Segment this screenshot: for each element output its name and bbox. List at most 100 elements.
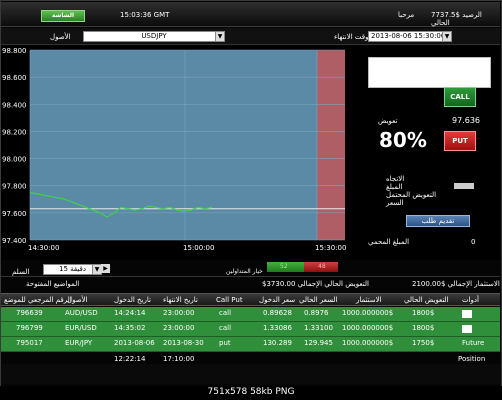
clock-time: 15:03:36 GMT: [120, 11, 170, 19]
cell-ref: 795017: [16, 339, 43, 347]
cell-entry: 130.289: [263, 339, 292, 347]
cell-current: 0.8976: [304, 309, 329, 317]
expiry-select-value: 2013-08-06 15:30:00: [371, 32, 446, 40]
cell-current: 1.33100: [304, 324, 333, 332]
asset-select[interactable]: USDJPY ▼: [83, 31, 225, 42]
payout-label: تعويض: [378, 117, 398, 125]
y-tick-label: 98.600: [2, 74, 27, 82]
potential-payout-label: التعويض المحتمل: [386, 191, 437, 199]
sentiment-call-value: 52: [280, 263, 288, 270]
x-tick-label: 15:30:00: [315, 244, 346, 252]
cell-type: call: [219, 309, 232, 317]
cell-ref: 796799: [16, 324, 43, 332]
amount-label: المبلغ: [386, 183, 403, 191]
expiry-label: وقت الانتهاء: [334, 33, 369, 41]
cell-ref: 796639: [16, 309, 43, 317]
y-tick-label: 98.000: [2, 156, 27, 164]
cell-payout: 1800$: [412, 324, 435, 332]
cell-investment: 1000.000000$: [342, 324, 394, 332]
asset-select-value: USDJPY: [141, 32, 167, 40]
expiry-zone: [317, 50, 345, 240]
table-totals-row: Position 17:10:00 12:22:14: [1, 353, 500, 364]
total-payout: $3730.00 التعويض الحالي الإجمالي: [262, 280, 369, 288]
cell-expiry: 23:00:00: [163, 309, 195, 317]
table-row[interactable]: 1800$ 1000.000000$ 0.8976 0.89628 call 2…: [1, 307, 500, 322]
cell-asset: EUR/JPY: [65, 339, 93, 347]
table-header: أدوات التعويض الحالي الاستثمار السعر الح…: [1, 293, 500, 306]
open-positions-title: المواضيع المفتوحة: [26, 280, 80, 288]
close-position-icon[interactable]: [462, 310, 472, 318]
cell-entry-date: 14:35:02: [114, 324, 146, 332]
asset-label: الأصول: [50, 33, 71, 41]
cell-entry-date: 2013-08-06: [114, 339, 155, 347]
position-label: Position: [458, 355, 486, 363]
table-footer: [1, 364, 500, 384]
balance-display: 7737.5$ الرصيد الحالي: [431, 11, 482, 27]
put-button[interactable]: PUT: [444, 131, 476, 151]
expiry-select[interactable]: 2013-08-06 15:30:00 ▼: [368, 31, 452, 42]
col-entry-date: تاريخ الدخول: [114, 296, 151, 304]
cell-entry-date: 14:24:14: [114, 309, 146, 317]
y-tick-label: 98.800: [2, 47, 27, 55]
col-tools: أدوات: [462, 296, 479, 304]
sentiment-label: خيار المتداولين: [226, 268, 263, 275]
cell-investment: 1000.000000$: [342, 309, 394, 317]
cell-asset: EUR/USD: [65, 324, 97, 332]
col-entry-price: سعر الدخول: [259, 296, 296, 304]
interval-label: السلم: [12, 268, 30, 276]
call-button[interactable]: CALL: [444, 87, 476, 107]
chevron-down-icon: ▼: [442, 32, 451, 41]
col-current-price: السعر الحالي: [299, 296, 338, 304]
cell-current: 129.945: [304, 339, 333, 347]
greeting-label: مرحبا: [398, 11, 415, 19]
table-row[interactable]: Future 1750$ 1000.000000$ 129.945 130.28…: [1, 337, 500, 352]
cell-entry: 1.33086: [263, 324, 292, 332]
col-payout: التعويض الحالي: [404, 296, 449, 304]
y-tick-label: 97.600: [2, 210, 27, 218]
received-amount-label: المبلغ المحمي: [368, 238, 410, 246]
chevron-down-icon: ▼: [215, 32, 224, 41]
y-tick-label: 97.400: [2, 237, 27, 245]
amount-bar: [454, 183, 474, 189]
cell-type: put: [219, 339, 231, 347]
totals-expiry: 17:10:00: [163, 355, 195, 363]
totals-entry-date: 12:22:14: [114, 355, 146, 363]
x-tick-label: 14:30:00: [28, 244, 59, 252]
price-chart: 98.800 98.600 98.400 98.200 98.000 97.800 97.6…: [2, 47, 346, 252]
interval-select[interactable]: دقيقة 15 ▼: [43, 264, 102, 275]
payout-value: 97.636: [452, 116, 480, 125]
y-tick-label: 98.400: [2, 101, 27, 109]
plot-background: [30, 50, 317, 240]
col-expiry: تاريخ الانتهاء: [163, 296, 198, 304]
cell-asset: AUD/USD: [65, 309, 98, 317]
y-tick-label: 98.200: [2, 128, 27, 136]
cell-type: call: [219, 324, 232, 332]
cell-payout: 1750$: [412, 339, 435, 347]
sentiment-put-value: 48: [318, 263, 326, 270]
col-call-put: Call Put: [216, 296, 243, 304]
payout-percent: 80%: [379, 128, 427, 152]
direction-label: الاتجاه: [386, 175, 405, 183]
cell-tools[interactable]: Future: [462, 339, 484, 347]
y-tick-label: 97.800: [2, 183, 27, 191]
table-row[interactable]: 1800$ 1000.000000$ 1.33100 1.33086 call …: [1, 322, 500, 337]
total-investment: الاستثمار الإجمالي $2100.00: [412, 280, 500, 288]
screen-button[interactable]: الشاشة: [41, 10, 85, 22]
image-caption: 751x578 58kb PNG: [0, 386, 502, 400]
interval-select-value: دقيقة 15: [58, 265, 87, 273]
divider: [1, 276, 500, 277]
cell-payout: 1800$: [412, 309, 435, 317]
chevron-down-icon: ▼: [92, 265, 101, 274]
close-position-icon[interactable]: [462, 325, 472, 333]
col-investment: الاستثمار: [356, 296, 382, 304]
x-tick-label: 15:00:00: [183, 244, 214, 252]
price-label: السعر: [386, 199, 404, 207]
cell-expiry: 23:00:00: [163, 324, 195, 332]
cell-investment: 1000.000000$: [342, 339, 394, 347]
received-amount-value: 0: [471, 238, 476, 246]
submit-order-button[interactable]: تقديم طلب: [406, 215, 470, 227]
cell-entry: 0.89628: [263, 309, 292, 317]
amount-input[interactable]: [368, 57, 491, 88]
col-ref: الرقم المرجعي للموضع: [4, 296, 72, 304]
interval-next-button[interactable]: ▶: [101, 264, 110, 273]
